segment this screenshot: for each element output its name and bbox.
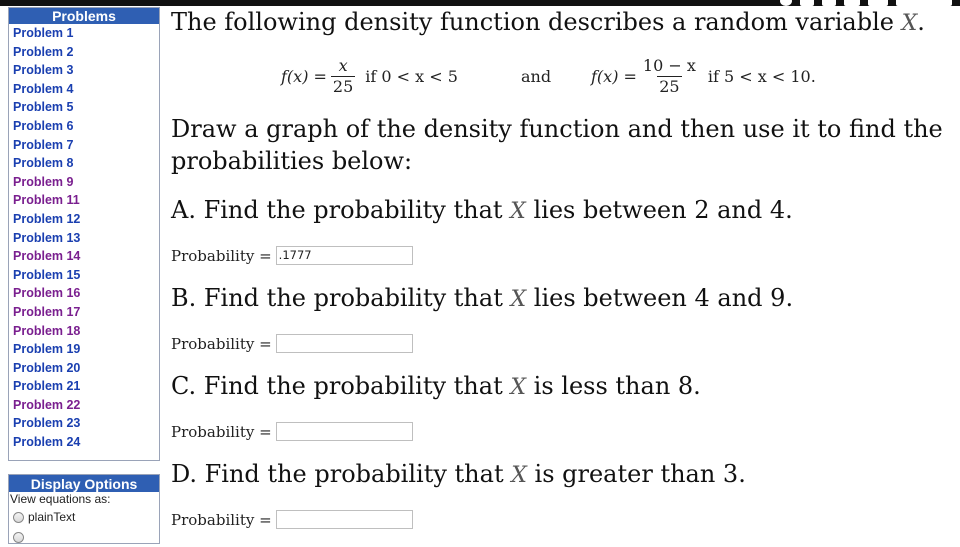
eq-lhs-2: f(x) = bbox=[591, 66, 637, 86]
answer-row: Probability = bbox=[171, 510, 413, 529]
problem-link[interactable]: Problem 23 bbox=[13, 414, 159, 433]
problem-intro: The following density function describes… bbox=[171, 8, 925, 36]
fraction-2: 10 − x 25 bbox=[641, 55, 698, 96]
question-part: C. Find the probability that X is less t… bbox=[171, 372, 701, 400]
fraction-2-numerator: 10 − x bbox=[642, 55, 696, 75]
problem-link[interactable]: Problem 1 bbox=[13, 24, 159, 43]
problem-link[interactable]: Problem 20 bbox=[13, 359, 159, 378]
question-text: is less than 8. bbox=[526, 372, 701, 400]
probability-label: Probability = bbox=[171, 334, 272, 353]
probability-answer-input[interactable] bbox=[275, 510, 413, 529]
radio-option-plaintext[interactable]: plainText bbox=[9, 507, 159, 527]
fraction-1: x 25 bbox=[330, 55, 356, 96]
question-text: lies between 2 and 4. bbox=[525, 196, 793, 224]
problem-link[interactable]: Problem 6 bbox=[13, 117, 159, 136]
probability-answer-input[interactable] bbox=[275, 422, 413, 441]
density-equation: f(x) = x 25 if 0 < x < 5 and f(x) = 10 −… bbox=[281, 52, 960, 100]
problem-link[interactable]: Problem 13 bbox=[13, 229, 159, 248]
equation-part-2: f(x) = 10 − x 25 if 5 < x < 10. bbox=[591, 52, 816, 100]
instruction-line-1: Draw a graph of the density function and… bbox=[171, 115, 943, 143]
problem-link[interactable]: Problem 18 bbox=[13, 322, 159, 341]
problem-link[interactable]: Problem 7 bbox=[13, 136, 159, 155]
display-options-header: Display Options bbox=[9, 475, 159, 492]
radio-option-next[interactable] bbox=[9, 527, 159, 547]
problems-header: Problems bbox=[9, 8, 159, 24]
radio-button[interactable] bbox=[13, 531, 24, 543]
problem-link[interactable]: Problem 17 bbox=[13, 303, 159, 322]
radio-label: plainText bbox=[28, 510, 76, 524]
problem-link[interactable]: Problem 9 bbox=[13, 173, 159, 192]
question-part: A. Find the probability that X lies betw… bbox=[171, 196, 793, 224]
variable-x: X bbox=[511, 463, 527, 488]
problem-link[interactable]: Problem 22 bbox=[13, 396, 159, 415]
fraction-2-denominator: 25 bbox=[657, 75, 682, 96]
problem-list: Problem 1 Problem 2 Problem 3 Problem 4 Prob… bbox=[9, 24, 159, 452]
variable-x: X bbox=[510, 287, 527, 312]
probability-answer-input[interactable] bbox=[275, 334, 413, 353]
question-text: lies between 4 and 9. bbox=[526, 284, 794, 312]
problem-link[interactable]: Problem 14 bbox=[13, 247, 159, 266]
answer-row: Probability = bbox=[171, 334, 413, 353]
question-text: A. Find the probability that bbox=[171, 196, 511, 224]
probability-label: Probability = bbox=[171, 422, 272, 441]
eq-condition-2: if 5 < x < 10. bbox=[707, 66, 816, 86]
problem-link[interactable]: Problem 24 bbox=[13, 433, 159, 452]
fraction-1-numerator: x bbox=[338, 55, 348, 75]
equation-part-1: f(x) = x 25 if 0 < x < 5 bbox=[281, 52, 458, 100]
problems-panel: Problems Problem 1 Problem 2 Problem 3 Prob… bbox=[8, 7, 160, 461]
question-text: D. Find the probability that bbox=[171, 460, 512, 488]
view-equations-label: View equations as: bbox=[10, 492, 111, 506]
answer-row: Probability = .1777 bbox=[171, 246, 413, 265]
instruction-line-2: probabilities below: bbox=[171, 147, 413, 175]
radio-button[interactable] bbox=[13, 511, 24, 523]
problem-link[interactable]: Problem 2 bbox=[13, 43, 159, 62]
problem-link[interactable]: Problem 11 bbox=[13, 191, 159, 210]
display-options-panel: Display Options View equations as: plain… bbox=[8, 474, 160, 544]
variable-x: X bbox=[510, 375, 527, 400]
eq-condition-1: if 0 < x < 5 bbox=[365, 66, 458, 86]
problem-link[interactable]: Problem 12 bbox=[13, 210, 159, 229]
problem-link[interactable]: Problem 16 bbox=[13, 284, 159, 303]
problem-link[interactable]: Problem 21 bbox=[13, 377, 159, 396]
probability-label: Probability = bbox=[171, 246, 272, 265]
problem-link[interactable]: Problem 3 bbox=[13, 61, 159, 80]
intro-text: The following density function describes… bbox=[171, 8, 902, 36]
problem-link[interactable]: Problem 8 bbox=[13, 154, 159, 173]
question-part: B. Find the probability that X lies betw… bbox=[171, 284, 793, 312]
fraction-1-denominator: 25 bbox=[330, 75, 356, 96]
variable-x: X bbox=[510, 199, 526, 224]
problem-body: The following density function describes… bbox=[171, 0, 951, 536]
probability-label: Probability = bbox=[171, 510, 272, 529]
eq-lhs-1: f(x) = bbox=[281, 66, 327, 86]
question-part: D. Find the probability that X is greate… bbox=[171, 460, 746, 488]
intro-period: . bbox=[917, 8, 925, 36]
problem-link[interactable]: Problem 19 bbox=[13, 340, 159, 359]
question-text: C. Find the probability that bbox=[171, 372, 511, 400]
problem-link[interactable]: Problem 4 bbox=[13, 80, 159, 99]
problem-link[interactable]: Problem 5 bbox=[13, 98, 159, 117]
problem-link[interactable]: Problem 15 bbox=[13, 266, 159, 285]
question-text: is greater than 3. bbox=[526, 460, 746, 488]
variable-x: X bbox=[901, 11, 918, 36]
question-text: B. Find the probability that bbox=[171, 284, 511, 312]
answer-row: Probability = bbox=[171, 422, 413, 441]
equation-and: and bbox=[521, 66, 552, 86]
probability-answer-input[interactable]: .1777 bbox=[275, 246, 413, 265]
